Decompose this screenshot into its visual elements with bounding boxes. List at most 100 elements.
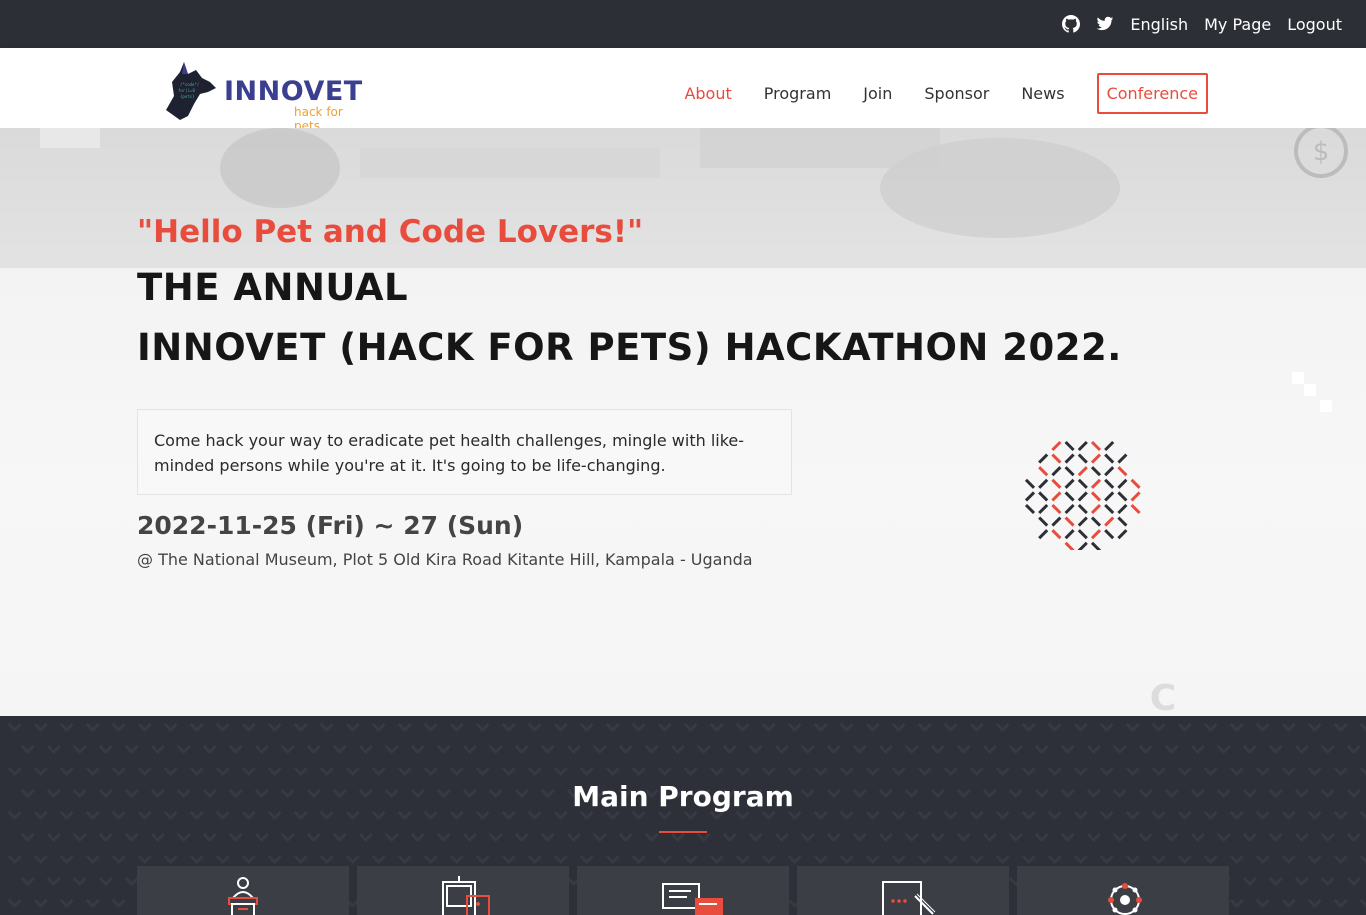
main-nav: /*code*/ for(i=0 {pets} INNOVET hack for… [0, 48, 1366, 133]
nav-about[interactable]: About [684, 84, 731, 103]
bg-chevron [306, 832, 321, 843]
pattern-dash [1090, 529, 1102, 540]
bg-chevron [696, 744, 711, 755]
pattern-dash [1104, 453, 1115, 464]
bg-chevron [1268, 832, 1283, 843]
pattern-dash [1077, 529, 1088, 540]
pattern-dash [1117, 453, 1128, 464]
bg-chevron [488, 832, 503, 843]
bg-chevron [254, 744, 269, 755]
bg-chevron [332, 832, 347, 843]
bg-chevron [800, 832, 815, 843]
bg-chevron [501, 854, 516, 865]
bg-chevron [995, 854, 1010, 865]
bg-chevron [1359, 898, 1366, 908]
bg-chevron [1255, 898, 1270, 909]
program-card-4[interactable] [797, 866, 1009, 915]
bg-chevron [1346, 832, 1361, 843]
bg-chevron [371, 722, 386, 733]
bg-chevron [1177, 854, 1192, 865]
bg-chevron [1021, 766, 1036, 777]
pixel-deco-icon [1292, 372, 1332, 412]
bg-chevron [1229, 722, 1244, 733]
dog-head-icon: /*code*/ for(i=0 {pets} [166, 62, 216, 120]
hero-section: $ C "Hello Pet and Code Lovers!" THE ANN… [0, 128, 1366, 716]
bg-chevron [1281, 766, 1296, 777]
bg-chevron [319, 854, 334, 865]
pattern-dash [1051, 440, 1062, 452]
conference-button[interactable]: Conference [1096, 73, 1208, 114]
nav-program[interactable]: Program [764, 84, 832, 103]
pattern-dash [1117, 529, 1128, 540]
bg-chevron [1333, 722, 1348, 733]
bg-chevron [1021, 722, 1036, 733]
bg-chevron [20, 876, 35, 887]
program-title-underline [659, 831, 707, 833]
twitter-icon[interactable] [1096, 15, 1114, 33]
bg-chevron [397, 722, 412, 733]
bg-chevron [722, 832, 737, 843]
bg-chevron [618, 832, 633, 843]
program-card-5[interactable] [1017, 866, 1229, 915]
bg-chevron [150, 744, 165, 755]
bg-chevron [280, 744, 295, 755]
nav-sponsor[interactable]: Sponsor [924, 84, 989, 103]
bg-chevron [33, 766, 48, 777]
bg-chevron [631, 854, 646, 865]
bg-chevron [111, 766, 126, 777]
bg-chevron [709, 854, 724, 865]
bg-chevron [553, 854, 568, 865]
bg-chevron [267, 854, 282, 865]
bg-chevron [46, 744, 61, 755]
pattern-dash [1064, 491, 1075, 502]
pattern-dash [1077, 516, 1088, 527]
bg-chevron [878, 744, 893, 755]
bg-chevron [1164, 744, 1179, 755]
bg-chevron [1320, 744, 1335, 755]
bg-chevron [215, 766, 230, 777]
bg-chevron [254, 832, 269, 843]
bg-chevron [137, 766, 152, 777]
bg-chevron [1151, 722, 1166, 733]
bg-chevron [1125, 722, 1140, 733]
hero-greeting: "Hello Pet and Code Lovers!" [137, 214, 644, 250]
bg-chevron [1073, 722, 1088, 733]
pattern-dash [1064, 466, 1075, 477]
bg-chevron [540, 832, 555, 843]
bg-chevron [306, 744, 321, 755]
language-link[interactable]: English [1130, 15, 1188, 34]
pattern-dash [1024, 491, 1036, 502]
nav-join[interactable]: Join [863, 84, 892, 103]
bg-chevron [774, 832, 789, 843]
bg-chevron [904, 832, 919, 843]
bg-chevron [1320, 832, 1335, 843]
pattern-dash [1104, 440, 1115, 452]
laptop-code-icon [882, 881, 936, 915]
bg-chevron [956, 832, 971, 843]
innovet-logo[interactable]: /*code*/ for(i=0 {pets} INNOVET hack for… [158, 60, 363, 133]
bg-chevron [631, 766, 646, 777]
bg-chevron [202, 832, 217, 843]
bg-chevron [189, 854, 204, 865]
bg-chevron [839, 722, 854, 733]
bg-chevron [592, 832, 607, 843]
bg-chevron [865, 722, 880, 733]
bg-chevron [124, 744, 139, 755]
my-page-link[interactable]: My Page [1204, 15, 1271, 34]
bg-chevron [722, 744, 737, 755]
nav-news[interactable]: News [1021, 84, 1064, 103]
bg-chevron [1008, 744, 1023, 755]
program-card-3[interactable] [577, 866, 789, 915]
bg-chevron [774, 744, 789, 755]
github-icon[interactable] [1062, 15, 1081, 33]
pattern-dash [1064, 453, 1075, 464]
bg-chevron [1073, 854, 1088, 865]
logout-link[interactable]: Logout [1287, 15, 1342, 34]
bg-chevron [787, 766, 802, 777]
hero-description: Come hack your way to eradicate pet heal… [154, 431, 745, 475]
bg-chevron [501, 766, 516, 777]
program-card-2[interactable] [357, 866, 569, 915]
bg-chevron [293, 854, 308, 865]
bg-chevron [826, 744, 841, 755]
program-card-1[interactable] [137, 866, 349, 915]
